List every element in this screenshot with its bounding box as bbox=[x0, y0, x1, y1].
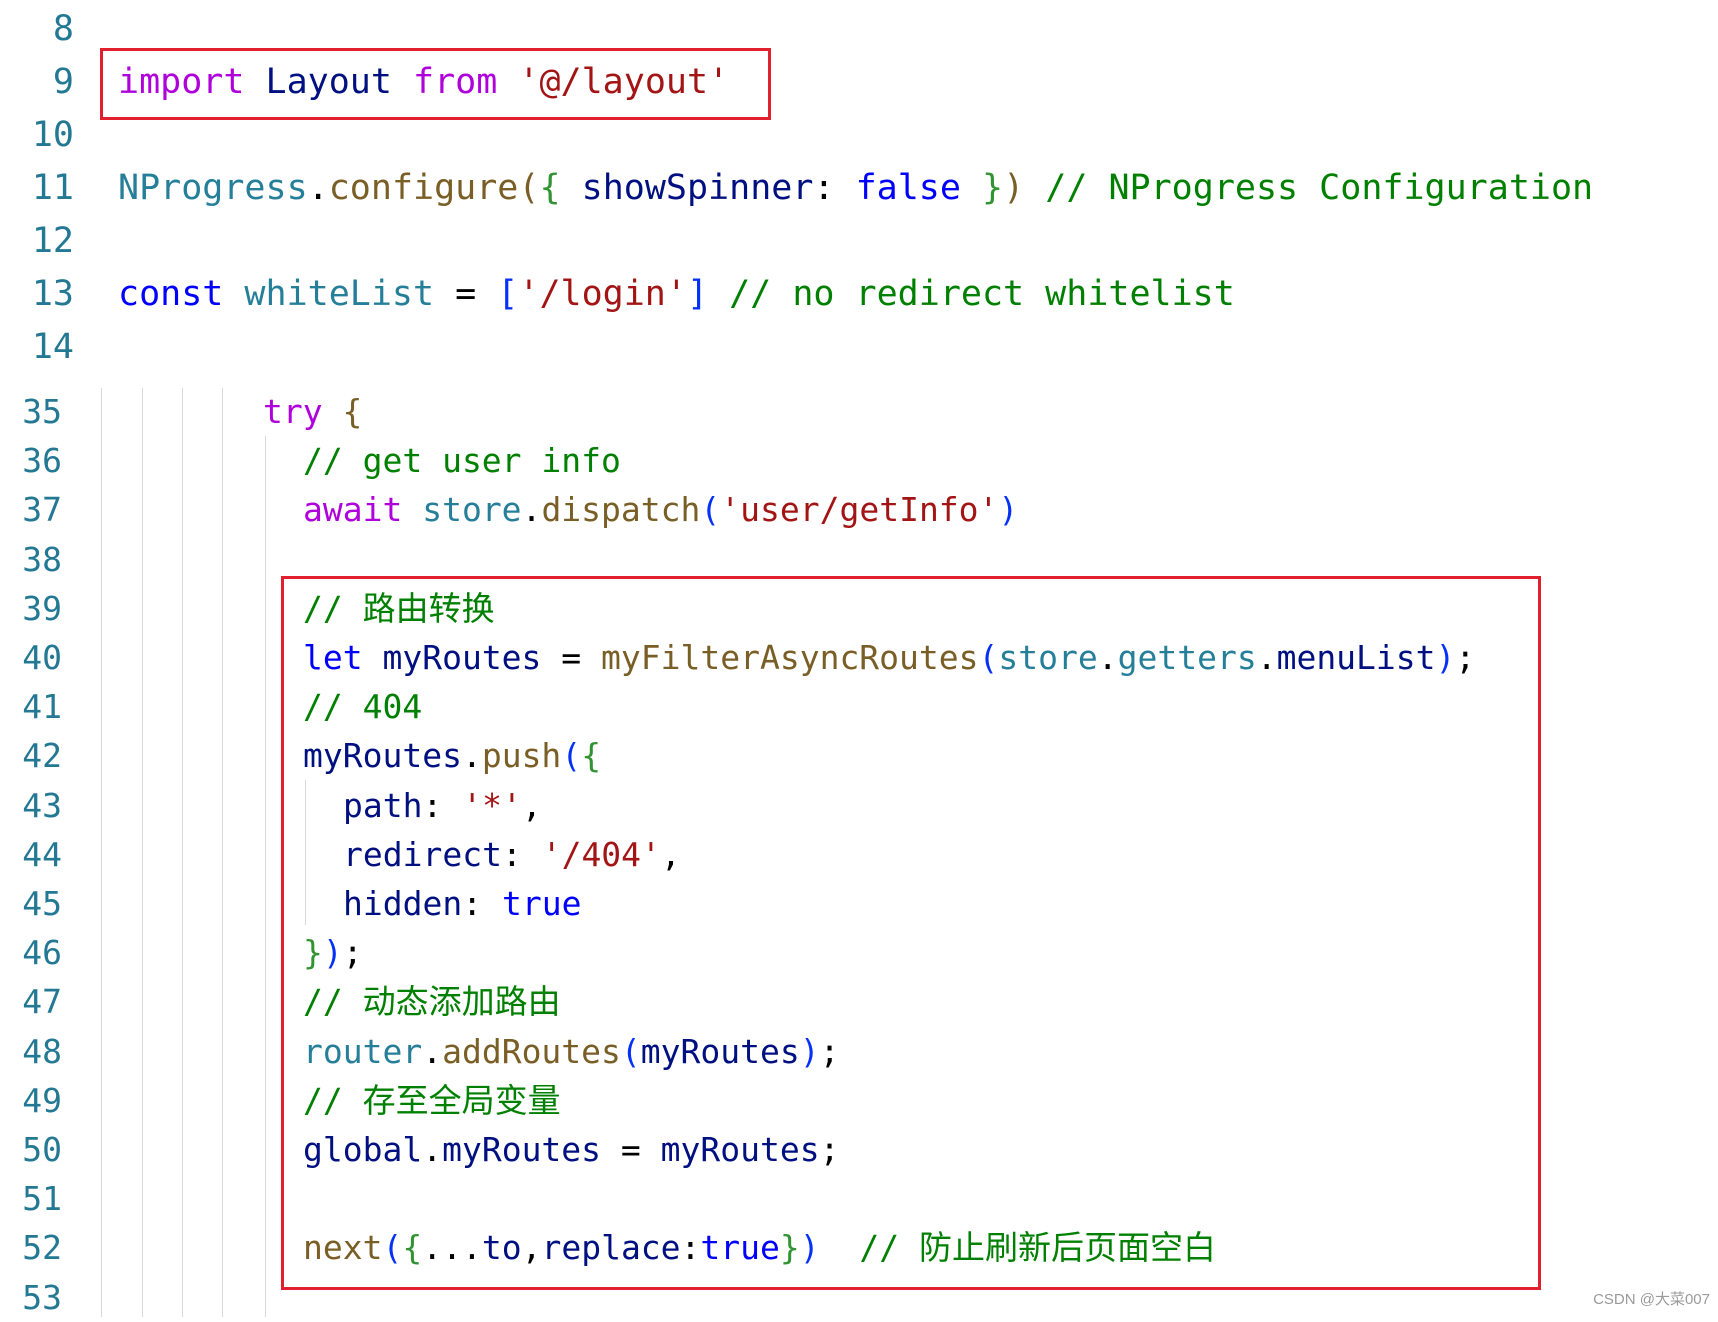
code-token: . bbox=[521, 490, 542, 530]
code-token: // no redirect whitelist bbox=[708, 274, 1235, 314]
code-token: ( bbox=[700, 490, 721, 530]
line-number: 8 bbox=[52, 9, 74, 49]
code-text: await store.dispatch('user/getInfo') bbox=[303, 486, 1018, 534]
code-line: 14 bbox=[0, 322, 1700, 372]
code-token: '/login' bbox=[518, 274, 687, 314]
line-number: 42 bbox=[22, 736, 62, 776]
indent-guide bbox=[222, 388, 223, 1317]
line-number: 14 bbox=[31, 327, 74, 367]
line-number: 37 bbox=[22, 490, 62, 530]
code-text: // get user info bbox=[303, 437, 621, 485]
code-token: { bbox=[342, 392, 363, 431]
indent-guide bbox=[142, 388, 143, 1317]
code-text: try { bbox=[263, 388, 362, 436]
code-line: 11 NProgress.configure({ showSpinner: fal… bbox=[0, 163, 1700, 213]
line-number: 46 bbox=[22, 933, 62, 973]
line-number: 10 bbox=[31, 115, 74, 155]
line-number: 53 bbox=[22, 1277, 62, 1317]
code-token: // NProgress Configuration bbox=[1024, 168, 1594, 208]
line-number: 35 bbox=[22, 392, 62, 431]
indent-guide bbox=[101, 388, 102, 1317]
line-number: 45 bbox=[22, 884, 62, 923]
line-number: 38 bbox=[22, 539, 62, 579]
code-token: [ bbox=[497, 274, 519, 314]
code-line: 13 const whiteList = ['/login'] // no red… bbox=[0, 269, 1700, 319]
highlight-box-import bbox=[100, 48, 771, 120]
line-number: 48 bbox=[22, 1031, 62, 1071]
highlight-box-routes bbox=[281, 576, 1541, 1290]
line-number: 49 bbox=[22, 1080, 62, 1120]
code-token: } bbox=[982, 168, 1004, 208]
code-token: whiteList bbox=[223, 274, 435, 314]
line-number: 13 bbox=[31, 274, 74, 314]
line-number: 11 bbox=[31, 168, 74, 208]
code-token: try bbox=[263, 392, 323, 431]
line-number: 9 bbox=[52, 62, 74, 102]
line-number: 51 bbox=[22, 1179, 62, 1219]
indent-guide bbox=[182, 388, 183, 1317]
code-token: false bbox=[855, 168, 961, 208]
line-number: 36 bbox=[22, 441, 62, 481]
code-text: NProgress.configure({ showSpinner: false… bbox=[118, 163, 1593, 213]
code-token: = bbox=[434, 274, 498, 314]
line-number: 39 bbox=[22, 588, 62, 628]
code-token: // get user info bbox=[303, 441, 621, 481]
line-number: 44 bbox=[22, 834, 62, 874]
code-token: ) bbox=[998, 490, 1019, 530]
code-token: const bbox=[118, 274, 224, 314]
code-token: store bbox=[402, 490, 522, 530]
line-number: 50 bbox=[22, 1130, 62, 1169]
line-number: 52 bbox=[22, 1228, 62, 1268]
code-text: const whiteList = ['/login'] // no redir… bbox=[118, 269, 1235, 319]
code-token: NProgress bbox=[118, 168, 308, 208]
code-token: . bbox=[307, 168, 329, 208]
code-token: configure bbox=[328, 168, 519, 208]
line-number: 43 bbox=[22, 785, 62, 825]
code-token: showSpinner bbox=[560, 168, 814, 208]
code-line: 8 bbox=[0, 4, 1700, 54]
line-number: 40 bbox=[22, 638, 62, 677]
code-line: 35 try { bbox=[0, 388, 1700, 436]
code-line: 37 await store.dispatch('user/getInfo') bbox=[0, 486, 1700, 534]
indent-guide bbox=[305, 780, 306, 925]
code-token: 'user/getInfo' bbox=[720, 490, 999, 530]
code-token: { bbox=[539, 168, 561, 208]
code-token: ) bbox=[1003, 168, 1025, 208]
code-token: dispatch bbox=[541, 490, 701, 530]
code-token: ( bbox=[518, 168, 540, 208]
code-line: 12 bbox=[0, 216, 1700, 266]
line-number: 12 bbox=[31, 221, 74, 261]
code-token: : bbox=[813, 168, 856, 208]
code-token: await bbox=[303, 490, 403, 530]
code-line: 36 // get user info bbox=[0, 437, 1700, 485]
indent-guide bbox=[265, 436, 266, 1317]
line-number: 47 bbox=[22, 982, 62, 1022]
line-number: 41 bbox=[22, 687, 62, 727]
code-token: ] bbox=[686, 274, 709, 314]
watermark: CSDN @大菜007 bbox=[1593, 1291, 1710, 1308]
